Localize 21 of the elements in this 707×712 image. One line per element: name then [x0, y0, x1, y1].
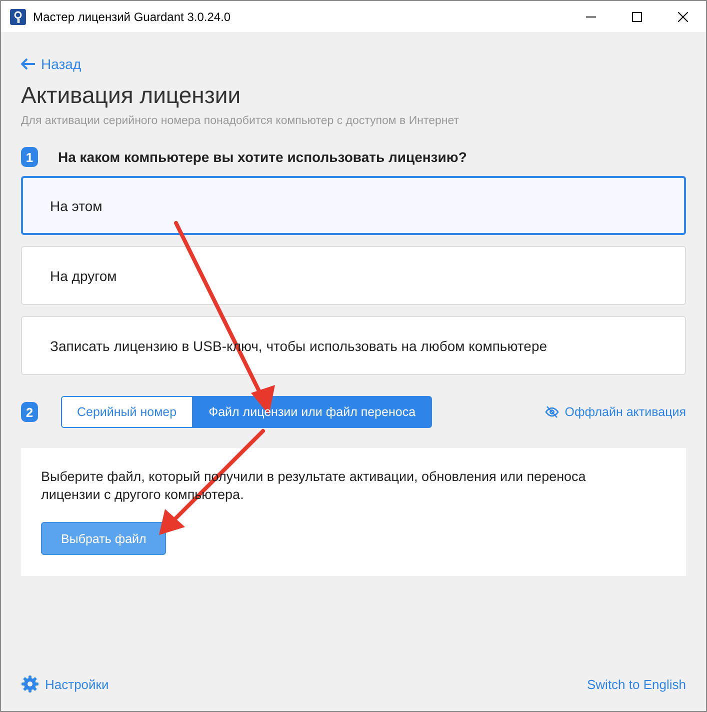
eye-slash-icon [544, 406, 559, 418]
option-card[interactable]: На другом [21, 246, 686, 305]
page-heading: Активация лицензии [21, 82, 242, 109]
window-title: Мастер лицензий Guardant 3.0.24.0 [33, 10, 232, 24]
close-icon [678, 12, 688, 22]
language-link[interactable]: Switch to English [587, 676, 686, 692]
question: На каком компьютере вы хотите использовать лицензию? [58, 149, 467, 165]
option-card[interactable]: На этом [21, 176, 686, 235]
choose-file-button[interactable]: Выбрать файл [41, 522, 166, 555]
tab[interactable]: Файл лицензии или файл переноса [192, 396, 432, 428]
app-icon [10, 8, 26, 24]
subtitle: Для активации серийного номера понадобится компьютер с доступом в Интернет [21, 115, 460, 127]
arrow-left-icon [21, 58, 35, 70]
maximize-icon [632, 12, 642, 22]
settings-link[interactable]: Настройки [21, 675, 109, 693]
offline-activation-link[interactable]: Оффлайн активация [544, 405, 686, 419]
step-number: 1 [21, 147, 38, 167]
back-link[interactable]: Назад [21, 56, 82, 72]
step-number: 2 [21, 402, 38, 422]
gear-icon [21, 675, 39, 693]
tab[interactable]: Серийный номер [61, 396, 193, 428]
